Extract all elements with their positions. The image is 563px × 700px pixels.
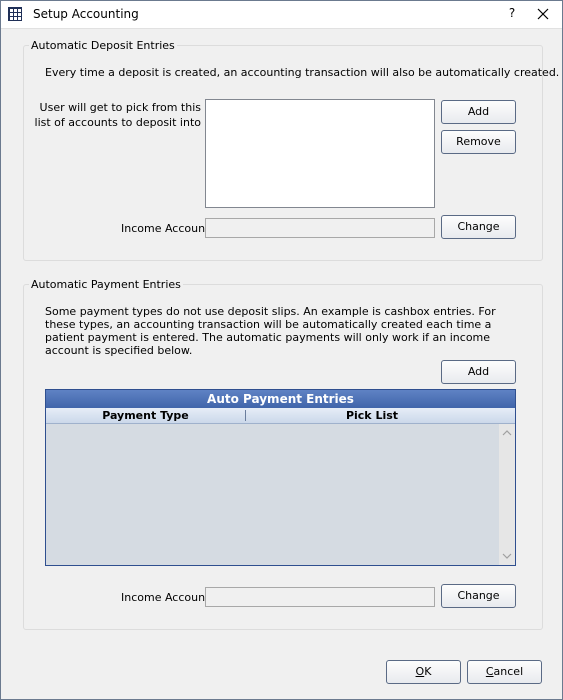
window-title: Setup Accounting	[33, 7, 139, 21]
payment-income-label: Income Account	[121, 591, 210, 604]
deposit-group-title: Automatic Deposit Entries	[29, 39, 177, 52]
setup-accounting-window: Setup Accounting ? Automatic Deposit Ent…	[0, 0, 563, 700]
column-header-payment-type[interactable]: Payment Type	[46, 408, 245, 423]
app-icon	[8, 7, 22, 21]
deposit-income-account-field[interactable]	[205, 218, 435, 238]
deposit-change-label: Change	[457, 220, 500, 233]
grid-header: Payment Type Pick List	[46, 408, 515, 424]
auto-payment-entries-grid[interactable]: Auto Payment Entries Payment Type Pick L…	[45, 389, 516, 566]
cancel-button[interactable]: Cancel	[467, 660, 542, 684]
grid-body[interactable]	[46, 424, 498, 565]
deposit-accounts-list[interactable]	[205, 99, 435, 208]
payment-change-button[interactable]: Change	[441, 584, 516, 608]
title-bar[interactable]: Setup Accounting ?	[1, 1, 562, 29]
deposit-change-button[interactable]: Change	[441, 215, 516, 239]
payment-group-title: Automatic Payment Entries	[29, 278, 183, 291]
payment-income-account-field[interactable]	[205, 587, 435, 607]
close-icon[interactable]	[533, 4, 553, 24]
deposit-income-label: Income Account	[121, 222, 210, 235]
column-header-pick-list[interactable]: Pick List	[246, 408, 498, 423]
payment-description: Some payment types do not use deposit sl…	[45, 305, 496, 357]
grid-vertical-scrollbar[interactable]	[499, 424, 515, 565]
deposit-add-label: Add	[467, 105, 490, 118]
deposit-remove-button[interactable]: Remove	[441, 130, 516, 154]
payment-change-label: Change	[457, 589, 500, 602]
scroll-down-icon[interactable]	[502, 551, 512, 561]
deposit-remove-label: Remove	[456, 135, 501, 148]
deposit-description: Every time a deposit is created, an acco…	[45, 66, 560, 79]
payment-add-label: Add	[467, 365, 490, 378]
help-button[interactable]: ?	[504, 6, 520, 22]
scroll-up-icon[interactable]	[502, 428, 512, 438]
payment-add-button[interactable]: Add	[441, 360, 516, 384]
cancel-label: Cancel	[485, 665, 524, 678]
ok-label: OK	[415, 665, 432, 678]
deposit-add-button[interactable]: Add	[441, 100, 516, 124]
grid-title: Auto Payment Entries	[46, 390, 515, 408]
deposit-list-label: User will get to pick from this list of …	[34, 101, 201, 129]
ok-button[interactable]: OK	[386, 660, 461, 684]
